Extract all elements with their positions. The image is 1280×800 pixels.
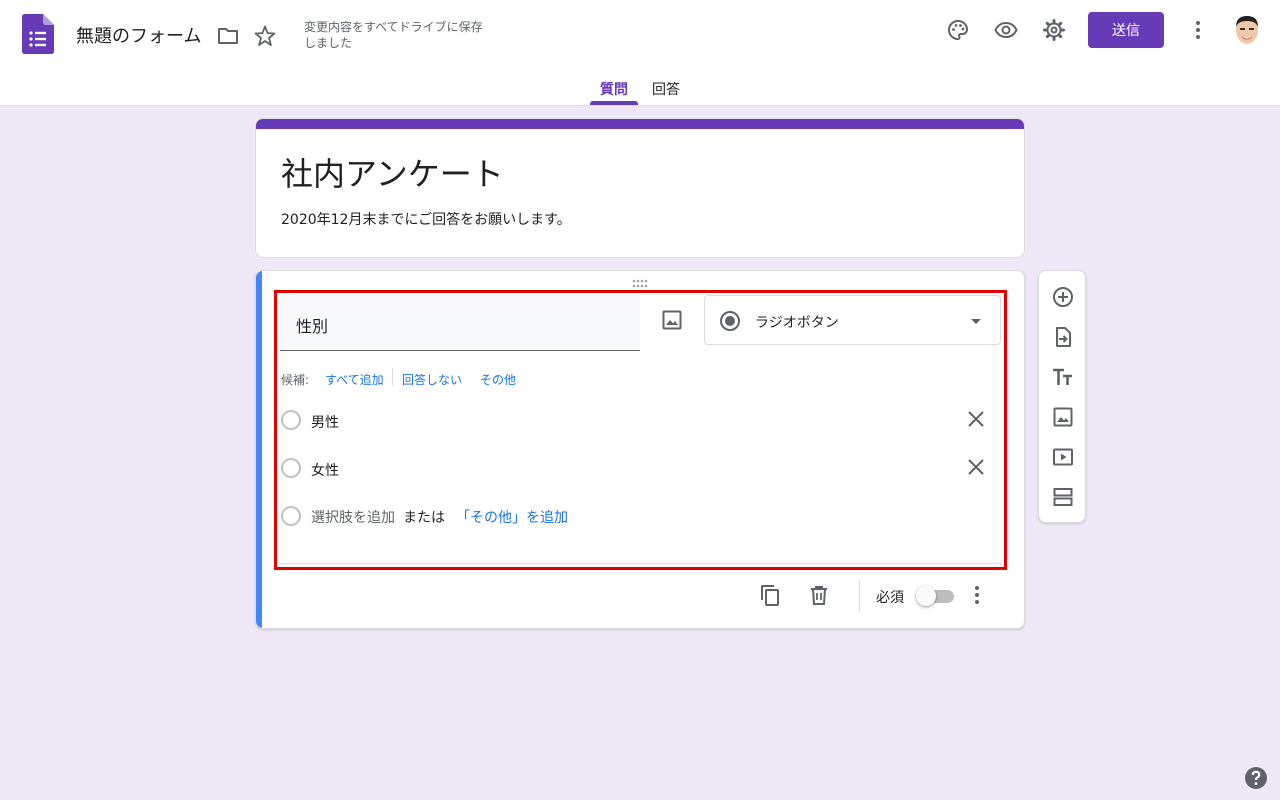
save-status: 変更内容をすべてドライブに保存しました (304, 20, 483, 50)
drag-handle-icon[interactable] (632, 279, 648, 289)
active-card-accent (256, 271, 262, 628)
document-title[interactable]: 無題のフォーム (76, 22, 201, 48)
preview-eye-icon[interactable] (994, 18, 1018, 42)
add-video-icon[interactable] (1051, 445, 1075, 469)
form-description[interactable]: 2020年12月末までにご回答をお願いします。 (281, 209, 571, 229)
settings-gear-icon[interactable] (1042, 18, 1066, 42)
send-button[interactable]: 送信 (1088, 12, 1164, 48)
star-icon[interactable] (253, 24, 277, 48)
add-section-icon[interactable] (1051, 485, 1075, 509)
highlight-annotation-box (274, 290, 1007, 570)
duplicate-icon[interactable] (758, 583, 782, 607)
title-card-accent (256, 119, 1024, 129)
avatar[interactable] (1232, 14, 1262, 48)
footer-divider (859, 580, 860, 612)
required-label: 必須 (876, 590, 904, 606)
question-card[interactable]: 性別 ラジオボタン 候補: すべて追加 回答しない その他 男性 女性 選択肢を… (255, 270, 1025, 629)
required-toggle[interactable] (916, 586, 954, 606)
add-title-icon[interactable] (1051, 365, 1075, 389)
palette-icon[interactable] (946, 18, 970, 42)
side-toolbar (1038, 270, 1086, 523)
more-vert-icon[interactable] (1186, 18, 1210, 42)
help-icon[interactable] (1244, 766, 1268, 790)
active-tab-indicator (590, 101, 638, 105)
add-image-icon[interactable] (1051, 405, 1075, 429)
toggle-thumb (916, 586, 936, 606)
add-question-icon[interactable] (1051, 285, 1075, 309)
app-header: 無題のフォーム 変更内容をすべてドライブに保存しました 送信 質問 回答 (0, 0, 1280, 106)
tab-questions[interactable]: 質問 (600, 79, 628, 99)
tab-responses[interactable]: 回答 (652, 79, 680, 99)
form-title[interactable]: 社内アンケート (281, 149, 504, 195)
form-title-card[interactable]: 社内アンケート 2020年12月末までにご回答をお願いします。 (255, 118, 1025, 258)
forms-logo-icon[interactable] (22, 14, 54, 54)
delete-trash-icon[interactable] (807, 583, 831, 607)
folder-icon[interactable] (216, 24, 240, 48)
import-questions-icon[interactable] (1051, 325, 1075, 349)
more-vert-icon[interactable] (965, 583, 989, 607)
